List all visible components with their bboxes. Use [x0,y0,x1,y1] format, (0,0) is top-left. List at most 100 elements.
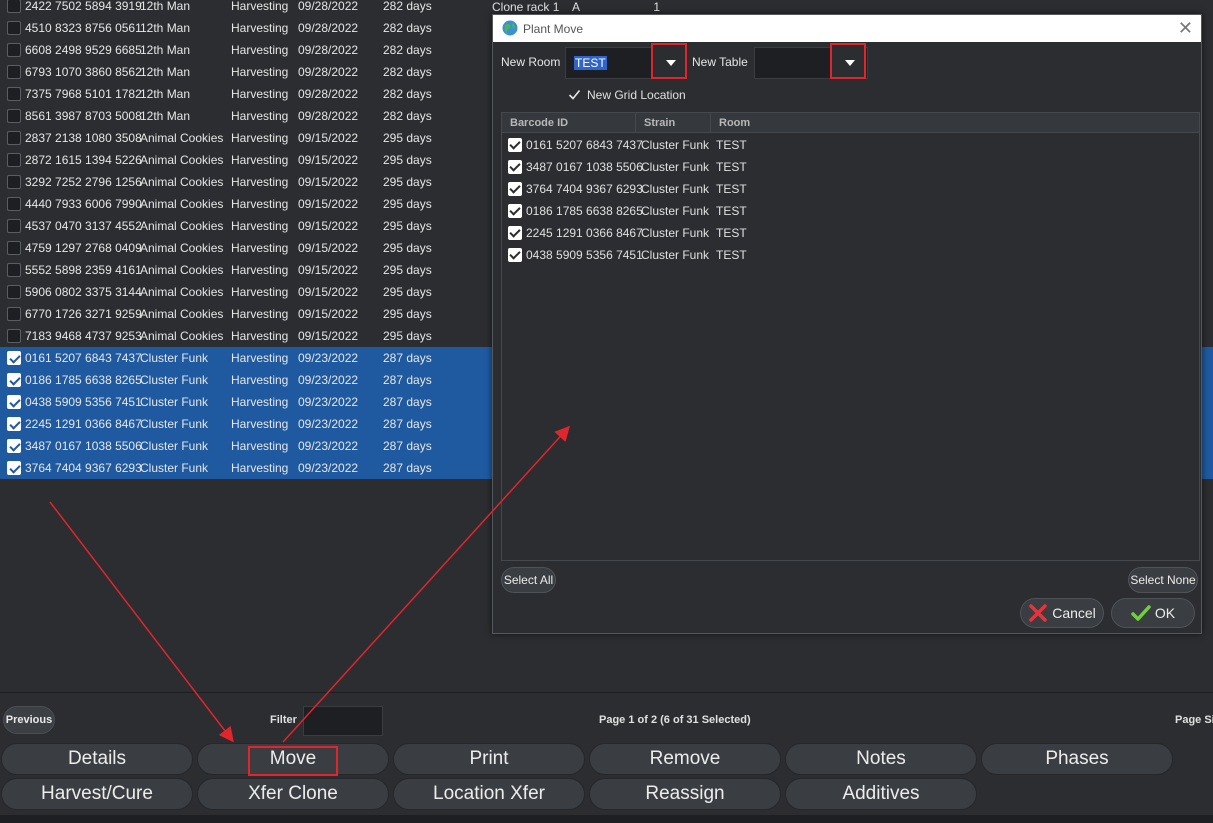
move-row[interactable]: 3487 0167 1038 5506 Cluster Funk TEST [502,156,1199,178]
move-row-checkbox[interactable] [508,248,522,262]
page-info: Page 1 of 2 (6 of 31 Selected) [599,714,751,726]
cancel-button[interactable]: Cancel [1020,598,1104,628]
days-cell: 295 days [383,219,432,233]
row-checkbox[interactable] [7,461,21,475]
room-cell: TEST [716,138,747,152]
strain-cell: Animal Cookies [140,219,224,233]
strain-cell: Animal Cookies [140,241,224,255]
filter-input[interactable] [303,706,383,736]
phase-cell: Harvesting [231,219,289,233]
move-row-checkbox[interactable] [508,138,522,152]
date-cell: 09/15/2022 [298,175,359,189]
row-checkbox[interactable] [7,307,21,321]
date-cell: 09/15/2022 [298,285,359,299]
move-row-checkbox[interactable] [508,182,522,196]
x-icon [1029,604,1047,622]
check-icon [1131,605,1151,621]
new-room-dropdown-button[interactable] [651,43,687,79]
move-row-checkbox[interactable] [508,204,522,218]
barcode-cell: 0186 1785 6638 8265 [526,204,643,218]
days-cell: 295 days [383,285,432,299]
xfer-clone-button[interactable]: Xfer Clone [197,778,389,810]
row-checkbox[interactable] [7,65,21,79]
row-checkbox[interactable] [7,131,21,145]
move-row[interactable]: 3764 7404 9367 6293 Cluster Funk TEST [502,178,1199,200]
row-checkbox[interactable] [7,109,21,123]
details-button[interactable]: Details [1,743,193,775]
move-row[interactable]: 0186 1785 6638 8265 Cluster Funk TEST [502,200,1199,222]
location-xfer-button[interactable]: Location Xfer [393,778,585,810]
strain-cell: Animal Cookies [140,175,224,189]
remove-button[interactable]: Remove [589,743,781,775]
move-row[interactable]: 0438 5909 5356 7451 Cluster Funk TEST [502,244,1199,266]
row-checkbox[interactable] [7,21,21,35]
strain-cell: Cluster Funk [140,351,209,365]
row-checkbox[interactable] [7,175,21,189]
ok-button[interactable]: OK [1111,598,1195,628]
date-cell: 09/28/2022 [298,43,359,57]
move-row[interactable]: 0161 5207 6843 7437 Cluster Funk TEST [502,134,1199,156]
row-checkbox[interactable] [7,329,21,343]
new-room-label: New Room [501,55,561,69]
row-checkbox[interactable] [7,351,21,365]
row-checkbox[interactable] [7,395,21,409]
col-barcode-header[interactable]: Barcode ID [510,117,568,129]
barcode-cell: 2837 2138 1080 3508 [25,131,142,145]
strain-cell: Cluster Funk [641,248,710,262]
strain-cell: Cluster Funk [641,182,710,196]
barcode-cell: 0186 1785 6638 8265 [25,373,142,387]
barcode-cell: 2422 7502 5894 3919 [25,0,142,13]
days-cell: 282 days [383,109,432,123]
phase-cell: Harvesting [231,131,289,145]
select-all-button[interactable]: Select All [501,567,556,593]
move-row[interactable]: 2245 1291 0366 8467 Cluster Funk TEST [502,222,1199,244]
row-checkbox[interactable] [7,241,21,255]
print-button[interactable]: Print [393,743,585,775]
days-cell: 295 days [383,329,432,343]
row-checkbox[interactable] [7,43,21,57]
ok-label: OK [1154,605,1176,621]
column-divider [710,113,711,133]
days-cell: 295 days [383,131,432,145]
days-cell: 287 days [383,395,432,409]
phase-cell: Harvesting [231,373,289,387]
row-checkbox[interactable] [7,219,21,233]
col-room-header[interactable]: Room [719,117,750,129]
phase-cell: Harvesting [231,65,289,79]
days-cell: 287 days [383,439,432,453]
phases-button[interactable]: Phases [981,743,1173,775]
move-plants-table: Barcode ID Strain Room 0161 5207 6843 74… [501,112,1200,561]
harvest-cure-button[interactable]: Harvest/Cure [1,778,193,810]
row-checkbox[interactable] [7,417,21,431]
phase-cell: Harvesting [231,351,289,365]
notes-button[interactable]: Notes [785,743,977,775]
row-checkbox[interactable] [7,0,21,13]
phase-cell: Harvesting [231,329,289,343]
date-cell: 09/28/2022 [298,87,359,101]
new-table-dropdown-button[interactable] [830,43,866,79]
barcode-cell: 4759 1297 2768 0409 [25,241,142,255]
room-cell: TEST [716,226,747,240]
row-checkbox[interactable] [7,263,21,277]
row-checkbox[interactable] [7,439,21,453]
close-icon[interactable]: ✕ [1178,18,1193,39]
col-strain-header[interactable]: Strain [644,117,675,129]
select-none-button[interactable]: Select None [1128,567,1198,593]
previous-button[interactable]: Previous [3,706,55,734]
row-checkbox[interactable] [7,153,21,167]
date-cell: 09/23/2022 [298,439,359,453]
move-row-checkbox[interactable] [508,160,522,174]
days-cell: 295 days [383,153,432,167]
reassign-button[interactable]: Reassign [589,778,781,810]
strain-cell: Cluster Funk [140,417,209,431]
days-cell: 287 days [383,417,432,431]
row-checkbox[interactable] [7,285,21,299]
phase-cell: Harvesting [231,87,289,101]
row-checkbox[interactable] [7,197,21,211]
move-row-checkbox[interactable] [508,226,522,240]
row-checkbox[interactable] [7,373,21,387]
additives-button[interactable]: Additives [785,778,977,810]
strain-cell: 12th Man [140,0,191,13]
new-grid-checkbox[interactable] [568,88,581,101]
row-checkbox[interactable] [7,87,21,101]
